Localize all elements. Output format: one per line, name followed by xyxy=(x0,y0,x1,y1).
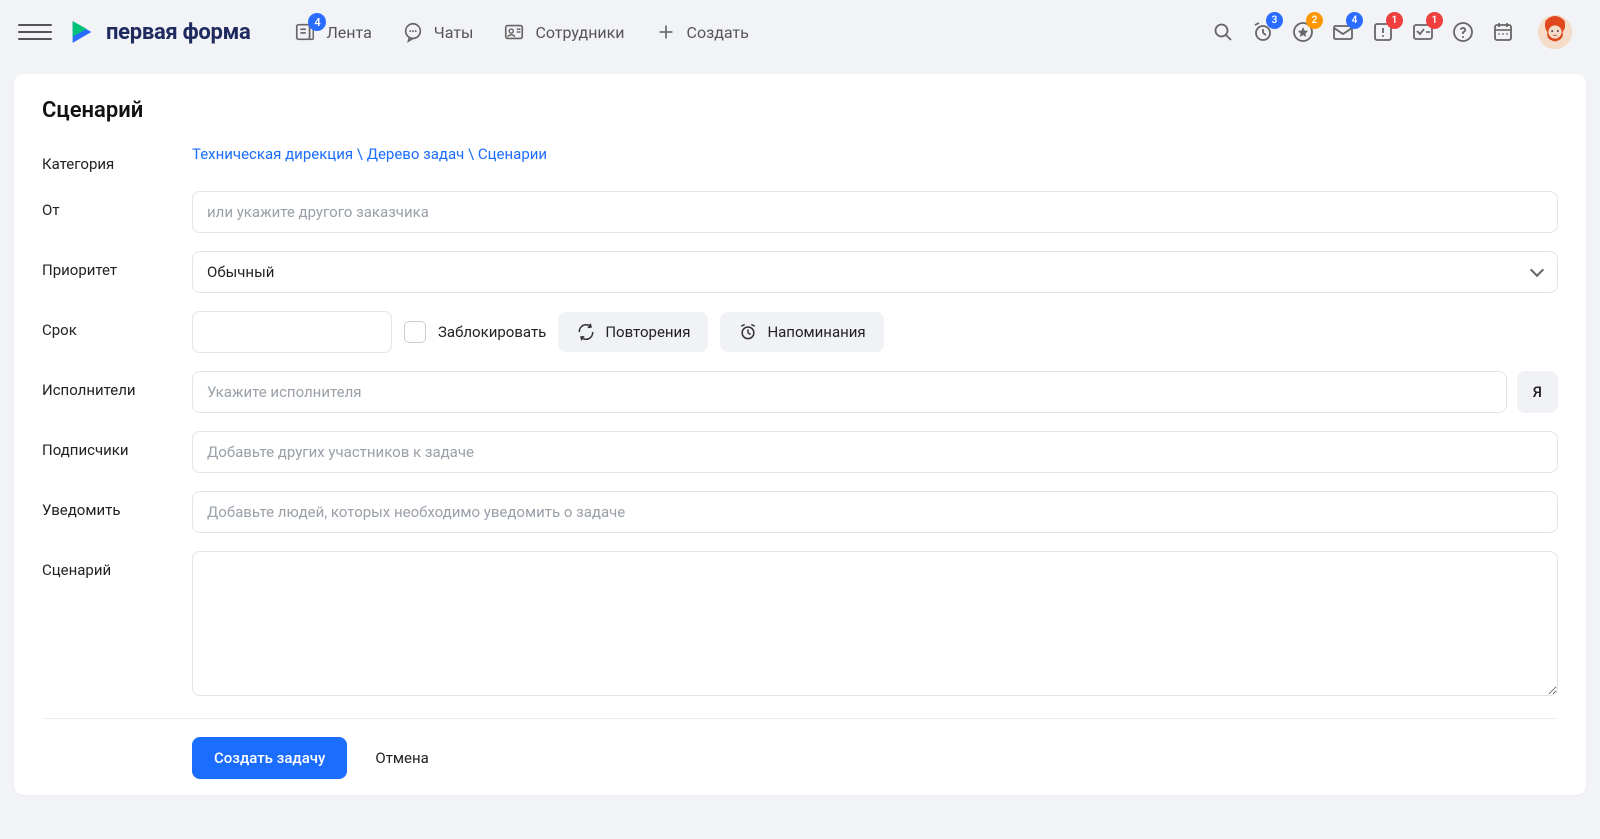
tasks-button[interactable]: 1 xyxy=(1410,19,1436,45)
label-scenario: Сценарий xyxy=(42,551,192,579)
row-priority: Приоритет xyxy=(42,251,1558,293)
search-icon xyxy=(1211,20,1235,44)
menu-toggle[interactable] xyxy=(18,15,52,49)
user-avatar[interactable] xyxy=(1538,15,1572,49)
favorites-badge: 2 xyxy=(1306,12,1323,29)
plus-icon xyxy=(655,21,677,43)
deadline-input[interactable] xyxy=(192,311,392,353)
row-notify: Уведомить xyxy=(42,491,1558,533)
nav-feed-badge: 4 xyxy=(308,13,326,31)
reminder-button[interactable]: Напоминания xyxy=(720,312,883,352)
label-executors: Исполнители xyxy=(42,371,192,399)
header-icons: 3 2 4 1 1 xyxy=(1210,15,1572,49)
label-priority: Приоритет xyxy=(42,251,192,279)
panel-footer: Создать задачу Отмена xyxy=(42,718,1558,779)
repeat-label: Повторения xyxy=(605,323,690,341)
row-deadline: Срок Заблокировать Повторения Напоминани… xyxy=(42,311,1558,353)
logo[interactable]: первая форма xyxy=(68,18,250,46)
nav-feed[interactable]: Лента 4 xyxy=(294,21,371,43)
repeat-button[interactable]: Повторения xyxy=(558,312,708,352)
mail-button[interactable]: 4 xyxy=(1330,19,1356,45)
chat-icon xyxy=(402,21,424,43)
row-from: От xyxy=(42,191,1558,233)
row-category: Категория Техническая дирекция \ Дерево … xyxy=(42,145,1558,173)
page-title: Сценарий xyxy=(42,98,1558,123)
cancel-button[interactable]: Отмена xyxy=(365,737,438,779)
nav-employees-label: Сотрудники xyxy=(535,23,624,42)
employees-icon xyxy=(503,21,525,43)
nav-employees[interactable]: Сотрудники xyxy=(503,21,624,43)
label-notify: Уведомить xyxy=(42,491,192,519)
repeat-icon xyxy=(576,322,596,342)
label-from: От xyxy=(42,191,192,219)
scenario-textarea[interactable] xyxy=(192,551,1558,696)
calendar-button[interactable] xyxy=(1490,19,1516,45)
nav-feed-label: Лента xyxy=(326,23,371,42)
notify-input[interactable] xyxy=(192,491,1558,533)
subscribers-input[interactable] xyxy=(192,431,1558,473)
reminder-label: Напоминания xyxy=(767,323,865,341)
alert-badge: 1 xyxy=(1386,12,1403,29)
mail-badge: 4 xyxy=(1346,12,1363,29)
submit-button[interactable]: Создать задачу xyxy=(192,737,347,779)
main-nav: Лента 4 Чаты Сотрудники Создать xyxy=(294,21,748,43)
from-input[interactable] xyxy=(192,191,1558,233)
nav-chats-label: Чаты xyxy=(434,23,474,42)
executors-input[interactable] xyxy=(192,371,1507,413)
breadcrumb-link[interactable]: Техническая дирекция \ Дерево задач \ Сц… xyxy=(192,145,1558,163)
label-deadline: Срок xyxy=(42,311,192,339)
favorites-button[interactable]: 2 xyxy=(1290,19,1316,45)
row-executors: Исполнители Я xyxy=(42,371,1558,413)
label-category: Категория xyxy=(42,145,192,173)
row-scenario: Сценарий xyxy=(42,551,1558,700)
calendar-icon xyxy=(1491,20,1515,44)
block-checkbox[interactable] xyxy=(404,321,426,343)
logo-icon xyxy=(68,18,96,46)
clock-button[interactable]: 3 xyxy=(1250,19,1276,45)
block-label[interactable]: Заблокировать xyxy=(438,323,546,341)
tasks-badge: 1 xyxy=(1426,12,1443,29)
main-panel: Сценарий Категория Техническая дирекция … xyxy=(14,74,1586,795)
logo-text: первая форма xyxy=(106,20,250,45)
reminder-icon xyxy=(738,322,758,342)
priority-select[interactable] xyxy=(192,251,1558,293)
help-icon xyxy=(1451,20,1475,44)
alert-button[interactable]: 1 xyxy=(1370,19,1396,45)
search-button[interactable] xyxy=(1210,19,1236,45)
clock-badge: 3 xyxy=(1266,12,1283,29)
nav-create-label: Создать xyxy=(687,23,749,42)
label-subscribers: Подписчики xyxy=(42,431,192,459)
nav-create[interactable]: Создать xyxy=(655,21,749,43)
app-header: первая форма Лента 4 Чаты Сотрудники Соз… xyxy=(0,0,1600,64)
help-button[interactable] xyxy=(1450,19,1476,45)
assign-me-button[interactable]: Я xyxy=(1517,371,1558,413)
row-subscribers: Подписчики xyxy=(42,431,1558,473)
nav-chats[interactable]: Чаты xyxy=(402,21,474,43)
